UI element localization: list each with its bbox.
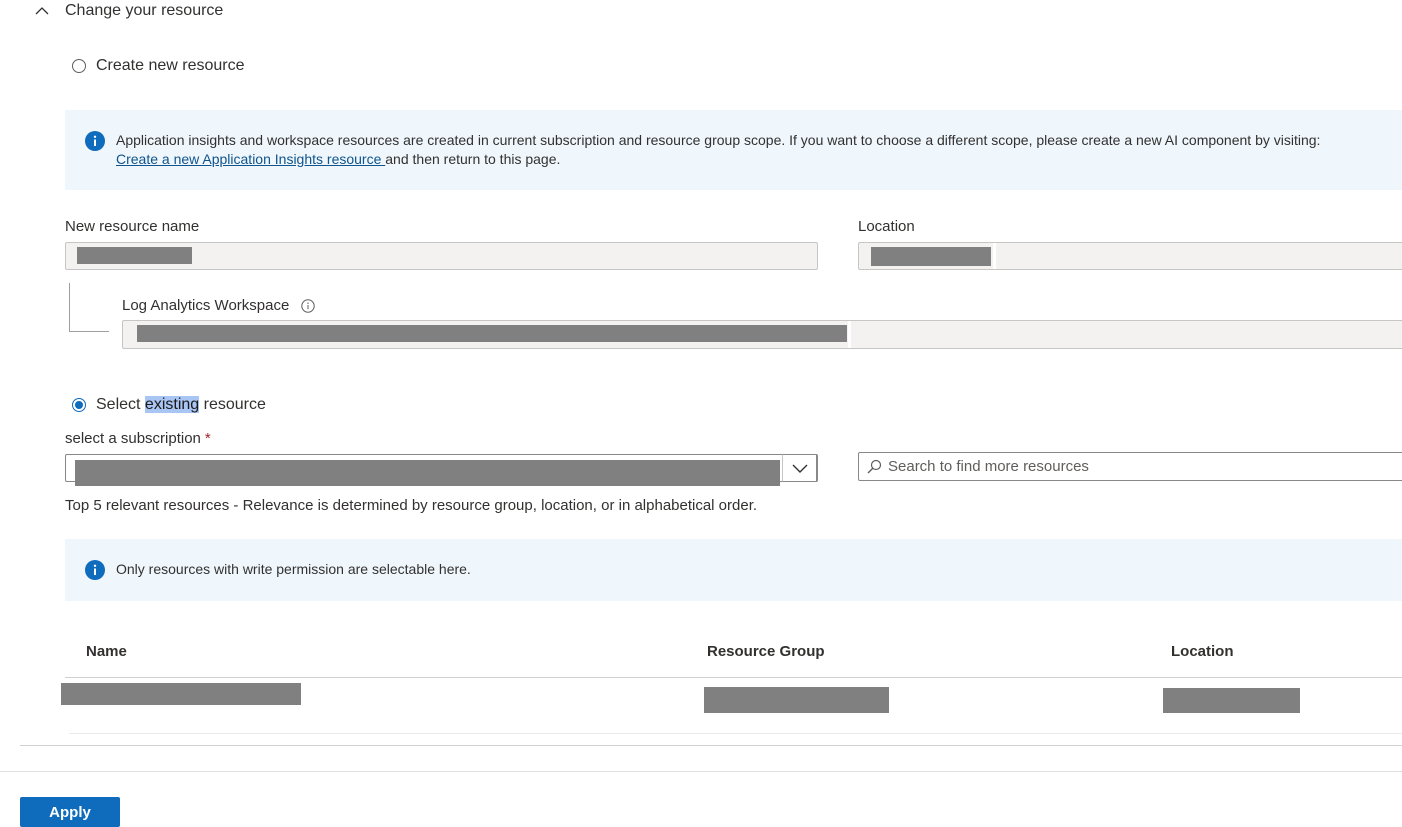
redacted-subscription	[75, 460, 780, 486]
workspace-field-divider	[848, 321, 851, 348]
select-existing-label: Select existing resource	[96, 396, 266, 414]
chevron-down-icon	[792, 464, 807, 473]
permission-info-box: Only resources with write permission are…	[65, 539, 1402, 601]
create-new-radio[interactable]	[72, 59, 86, 73]
select-label-before: Select	[96, 396, 145, 413]
section-header-toggle[interactable]: Change your resource	[34, 0, 223, 22]
workspace-info-icon[interactable]	[301, 298, 316, 313]
subscription-dropdown-button[interactable]	[782, 454, 817, 482]
workspace-label: Log Analytics Workspace	[122, 297, 290, 314]
create-new-label: Create new resource	[96, 57, 245, 74]
redacted-workspace	[137, 325, 847, 342]
subscription-label: select a subscription *	[65, 430, 211, 447]
redacted-row-resource-group	[704, 687, 889, 713]
select-existing-resource-option[interactable]: Select existing resource	[72, 393, 266, 417]
redacted-row-name	[61, 683, 301, 705]
redacted-resource-name	[77, 247, 192, 264]
column-header-location[interactable]: Location	[1171, 643, 1234, 660]
tree-connector-vertical	[69, 283, 70, 331]
select-existing-radio[interactable]	[72, 398, 86, 412]
footer-divider	[0, 771, 1402, 772]
location-field-divider	[993, 243, 996, 269]
search-icon	[867, 459, 882, 473]
relevance-note: Top 5 relevant resources - Relevance is …	[65, 497, 758, 514]
scope-info-box: Application insights and workspace resou…	[65, 110, 1402, 190]
scope-info-suffix: and then return to this page.	[385, 151, 561, 167]
scope-info-text: Application insights and workspace resou…	[116, 131, 1402, 169]
workspace-label-row: Log Analytics Workspace	[122, 297, 316, 314]
redacted-location	[871, 247, 991, 266]
redacted-row-location	[1163, 688, 1300, 713]
chevron-up-icon	[35, 7, 49, 15]
permission-info-text: Only resources with write permission are…	[116, 561, 471, 577]
new-resource-name-label: New resource name	[65, 218, 200, 235]
subscription-label-text: select a subscription	[65, 430, 201, 447]
select-label-highlight: existing	[144, 396, 200, 413]
resource-search-box[interactable]	[858, 452, 1402, 481]
column-header-resource-group[interactable]: Resource Group	[707, 643, 825, 660]
scope-info-message: Application insights and workspace resou…	[116, 132, 1321, 148]
search-input[interactable]	[888, 458, 1368, 475]
info-icon	[85, 560, 105, 580]
location-label: Location	[858, 218, 915, 235]
create-app-insights-link[interactable]: Create a new Application Insights resour…	[116, 151, 385, 167]
apply-button[interactable]: Apply	[20, 797, 120, 827]
create-new-resource-option[interactable]: Create new resource	[72, 56, 245, 76]
table-row-divider	[69, 733, 1402, 734]
column-header-name[interactable]: Name	[86, 643, 127, 660]
required-asterisk: *	[204, 430, 211, 447]
section-title: Change your resource	[65, 2, 224, 19]
tree-connector-horizontal	[69, 331, 109, 332]
section-divider	[20, 745, 1402, 746]
select-label-after: resource	[199, 396, 266, 413]
info-icon	[85, 131, 105, 151]
